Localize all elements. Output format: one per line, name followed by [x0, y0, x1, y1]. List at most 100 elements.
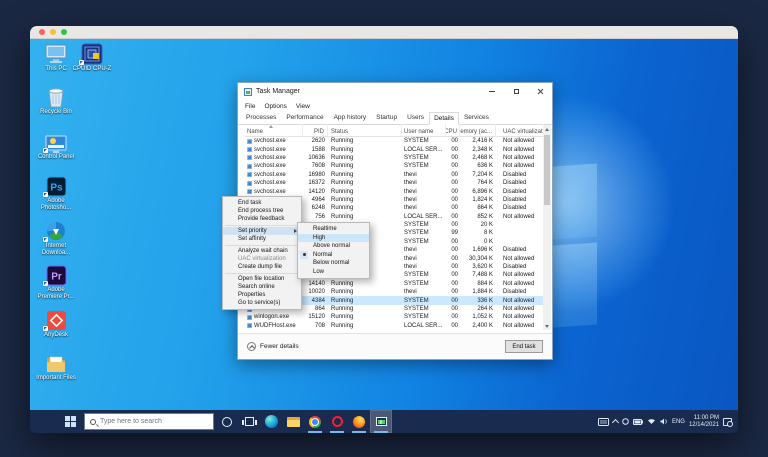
process-icon [247, 172, 252, 177]
windows-desktop[interactable]: This PC CPUID CPU-Z Recycle Bin [30, 39, 738, 410]
task-manager-taskbar-button[interactable] [370, 410, 392, 433]
menu-item-end-task[interactable]: End task [223, 199, 301, 207]
menu-item-analyze-wait-chain[interactable]: Analyze wait chain [223, 247, 301, 255]
mac-close-button[interactable] [39, 29, 45, 35]
scrollbar-up-icon[interactable] [543, 125, 551, 133]
cell-pid: 16980 [303, 171, 328, 179]
tab-services[interactable]: Services [459, 111, 494, 124]
table-row[interactable]: svchost.exe1588RunningLOCAL SER...002,34… [245, 145, 544, 153]
cell-cpu: 00 [446, 196, 460, 204]
desktop-icon-photoshop[interactable]: Ps Adobe Photosho... [35, 174, 77, 212]
menu-view[interactable]: View [296, 103, 310, 110]
maximize-button[interactable] [504, 83, 528, 100]
file-explorer-button[interactable] [282, 410, 304, 433]
column-header-memory-ac[interactable]: Memory (ac... [460, 124, 496, 136]
clock[interactable]: 11:00 PM 12/14/2021 [689, 415, 719, 429]
column-header-name[interactable]: Name [245, 124, 303, 136]
taskbar-search[interactable] [84, 413, 214, 430]
cell-pid: 10636 [303, 154, 328, 162]
tab-app-history[interactable]: App history [329, 111, 372, 124]
desktop-icon-idm[interactable]: Internet Downloa... [35, 219, 77, 257]
cell-name: svchost.exe [245, 187, 303, 195]
fewer-details-toggle[interactable]: Fewer details [247, 342, 299, 351]
volume-icon[interactable] [660, 418, 668, 425]
table-row[interactable]: winlogon.exe15120RunningSYSTEM001,052 KN… [245, 313, 544, 321]
menu-item-provide-feedback[interactable]: Provide feedback [223, 215, 301, 223]
desktop-icon-label: Control Panel [35, 154, 77, 161]
opera-button[interactable] [326, 410, 348, 433]
column-header-uac-virtualizati[interactable]: UAC virtualizati... [496, 124, 544, 136]
tab-processes[interactable]: Processes [241, 111, 281, 124]
priority-option-high[interactable]: High [298, 234, 369, 243]
priority-option-low[interactable]: Low [298, 268, 369, 277]
network-icon[interactable] [647, 418, 656, 425]
table-row[interactable]: svchost.exe14120Runningthevi006,896 KDis… [245, 187, 544, 195]
desktop-icon-cpuz[interactable]: CPUID CPU-Z [71, 42, 113, 73]
edge-button[interactable] [260, 410, 282, 433]
task-view-button[interactable] [238, 410, 260, 433]
menu-item-search-online[interactable]: Search online [223, 283, 301, 291]
cell-status: Running [328, 145, 402, 153]
battery-icon[interactable] [633, 419, 643, 425]
touch-keyboard-icon[interactable] [598, 418, 609, 426]
cell-pid: 14120 [303, 187, 328, 195]
menu-item-open-file-location[interactable]: Open file location [223, 275, 301, 283]
cortana-button[interactable] [216, 410, 238, 433]
table-row[interactable]: svchost.exe10636RunningSYSTEM002,468 KNo… [245, 154, 544, 162]
start-button[interactable] [65, 416, 76, 427]
priority-option-realtime[interactable]: Realtime [298, 225, 369, 234]
tray-overflow-chevron-icon[interactable] [612, 419, 619, 426]
firefox-button[interactable] [348, 410, 370, 433]
tab-startup[interactable]: Startup [371, 111, 402, 124]
menu-item-properties[interactable]: Properties [223, 291, 301, 299]
scrollbar-thumb[interactable] [544, 135, 550, 205]
menu-item-set-affinity[interactable]: Set affinity [223, 235, 301, 243]
column-header-user-name[interactable]: User name [402, 124, 446, 136]
column-header-pid[interactable]: PID [303, 124, 328, 136]
desktop-icon-control-panel[interactable]: Control Panel [35, 130, 77, 161]
table-row[interactable]: WUDFHost.exe708RunningLOCAL SER...002,40… [245, 322, 544, 330]
cell-cpu: 00 [446, 313, 460, 321]
priority-option-normal[interactable]: Normal [298, 251, 369, 260]
desktop-icon-recycle-bin[interactable]: Recycle Bin [35, 85, 77, 116]
scrollbar-down-icon[interactable] [543, 322, 551, 330]
close-button[interactable] [528, 83, 552, 100]
menu-options[interactable]: Options [264, 103, 286, 110]
table-row[interactable]: svchost.exe7608RunningSYSTEM00636 KNot a… [245, 162, 544, 170]
tray-status-circle-icon[interactable] [622, 418, 629, 425]
menu-item-set-priority[interactable]: Set priority [223, 227, 301, 235]
action-center-icon[interactable] [723, 418, 732, 426]
mac-titlebar[interactable] [30, 26, 738, 39]
cell-uac: Not allowed [496, 145, 544, 153]
priority-option-below-normal[interactable]: Below normal [298, 259, 369, 268]
maximize-icon [514, 89, 519, 94]
tab-performance[interactable]: Performance [281, 111, 328, 124]
task-manager-titlebar[interactable]: Task Manager [238, 83, 552, 100]
column-header-cpu[interactable]: CPU [446, 124, 460, 136]
menu-item-end-process-tree[interactable]: End process tree [223, 207, 301, 215]
chrome-button[interactable] [304, 410, 326, 433]
table-row[interactable]: svchost.exe16372Runningthevi00764 KDisab… [245, 179, 544, 187]
end-task-button[interactable]: End task [505, 340, 543, 353]
mac-minimize-button[interactable] [50, 29, 56, 35]
column-header-status[interactable]: Status [328, 124, 402, 136]
menu-item-create-dump-file[interactable]: Create dump file [223, 263, 301, 271]
mac-zoom-button[interactable] [61, 29, 67, 35]
cell-uac: Not allowed [496, 305, 544, 313]
desktop-icon-important-files[interactable]: Important Files [35, 351, 77, 382]
cell-name: svchost.exe [245, 145, 303, 153]
language-indicator[interactable]: ENG [672, 419, 685, 425]
tab-users[interactable]: Users [402, 111, 429, 124]
table-row[interactable]: svchost.exe16980Runningthevi007,204 KDis… [245, 171, 544, 179]
menu-file[interactable]: File [245, 103, 255, 110]
table-scrollbar[interactable] [543, 125, 551, 330]
window-title: Task Manager [256, 88, 300, 95]
search-input[interactable] [100, 418, 200, 425]
priority-option-above-normal[interactable]: Above normal [298, 242, 369, 251]
table-row[interactable]: svchost.exe2620RunningSYSTEM002,416 KNot… [245, 137, 544, 145]
minimize-button[interactable] [480, 83, 504, 100]
menu-item-go-to-service-s[interactable]: Go to service(s) [223, 299, 301, 307]
desktop-icon-premiere[interactable]: Pr Adobe Premiere Pr... [35, 263, 77, 301]
desktop-icon-anydesk[interactable]: AnyDesk [35, 308, 77, 339]
desktop-icon-label: Adobe Photosho... [35, 198, 77, 212]
